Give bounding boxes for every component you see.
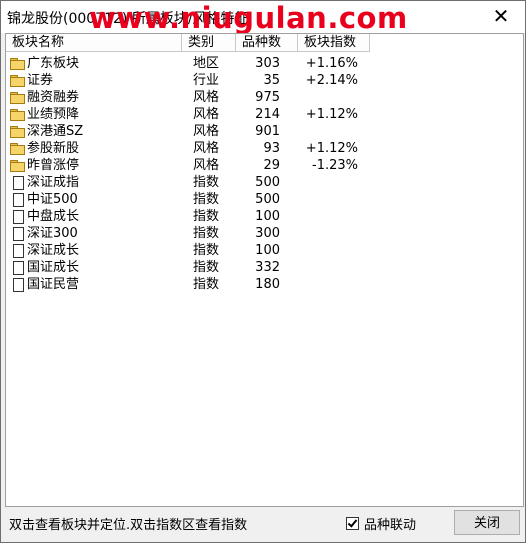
cell-count: 500 (255, 192, 280, 207)
close-button[interactable]: 关闭 (454, 510, 520, 535)
cell-name: 广东板块 (27, 56, 80, 71)
table-row[interactable]: 融资融券 风格 975 (6, 89, 523, 106)
cell-type: 风格 (193, 158, 220, 173)
cell-name: 中证500 (27, 192, 78, 207)
folder-icon (10, 75, 25, 87)
cell-index: -1.23% (312, 158, 358, 173)
cell-type: 风格 (193, 124, 220, 139)
column-header-count[interactable]: 品种数 (236, 34, 298, 52)
cell-count: 332 (255, 260, 280, 275)
table-row[interactable]: 证券 行业 35 +2.14% (6, 72, 523, 89)
cell-type: 指数 (193, 175, 220, 190)
cell-name: 参股新股 (27, 141, 80, 156)
cell-count: 93 (263, 141, 280, 156)
table-row[interactable]: 深证成指 指数 500 (6, 174, 523, 191)
cell-count: 180 (255, 277, 280, 292)
cell-count: 100 (255, 243, 280, 258)
table-row[interactable]: 中盘成长 指数 100 (6, 208, 523, 225)
table-row[interactable]: 国证民营 指数 180 (6, 276, 523, 293)
cell-type: 指数 (193, 209, 220, 224)
cell-type: 指数 (193, 243, 220, 258)
folder-icon (10, 126, 25, 138)
cell-name: 深港通SZ (27, 124, 84, 139)
cell-name: 深证300 (27, 226, 78, 241)
cell-count: 29 (263, 158, 280, 173)
cell-count: 500 (255, 175, 280, 190)
table-row[interactable]: 深证300 指数 300 (6, 225, 523, 242)
cell-name: 深证成长 (27, 243, 80, 258)
column-header-type[interactable]: 类别 (182, 34, 236, 52)
cell-type: 指数 (193, 226, 220, 241)
page-icon (10, 261, 24, 275)
cell-type: 指数 (193, 277, 220, 292)
cell-index: +2.14% (305, 73, 358, 88)
cell-index: +1.12% (305, 107, 358, 122)
table-row[interactable]: 国证成长 指数 332 (6, 259, 523, 276)
cell-name: 证券 (27, 73, 54, 88)
table-row[interactable]: 中证500 指数 500 (6, 191, 523, 208)
watermark-text: www.niugulan.com (89, 1, 408, 35)
cell-count: 303 (255, 56, 280, 71)
cell-type: 行业 (193, 73, 220, 88)
page-icon (10, 227, 24, 241)
table-row[interactable]: 广东板块 地区 303 +1.16% (6, 55, 523, 72)
status-text: 双击查看板块并定位.双击指数区查看指数 (9, 518, 248, 533)
page-icon (10, 244, 24, 258)
title-bar: 锦龙股份(000712) 所属板块/风格特征 www.niugulan.com … (1, 1, 525, 35)
cell-type: 风格 (193, 141, 220, 156)
cell-name: 国证民营 (27, 277, 80, 292)
table-row[interactable]: 昨曾涨停 风格 29 -1.23% (6, 157, 523, 174)
cell-type: 风格 (193, 90, 220, 105)
cell-name: 业绩预降 (27, 107, 80, 122)
table-row[interactable]: 参股新股 风格 93 +1.12% (6, 140, 523, 157)
dialog-window: 锦龙股份(000712) 所属板块/风格特征 www.niugulan.com … (0, 0, 526, 543)
cell-count: 214 (255, 107, 280, 122)
folder-icon (10, 92, 25, 104)
page-icon (10, 176, 24, 190)
cell-count: 901 (255, 124, 280, 139)
list-header: 板块名称 类别 品种数 板块指数 (6, 34, 523, 53)
cell-type: 风格 (193, 107, 220, 122)
folder-icon (10, 160, 25, 172)
cell-index: +1.16% (305, 56, 358, 71)
cell-count: 975 (255, 90, 280, 105)
cell-type: 地区 (193, 56, 220, 71)
cell-type: 指数 (193, 192, 220, 207)
table-row[interactable]: 深证成长 指数 100 (6, 242, 523, 259)
cell-name: 中盘成长 (27, 209, 80, 224)
page-icon (10, 278, 24, 292)
cell-count: 35 (263, 73, 280, 88)
column-header-index[interactable]: 板块指数 (298, 34, 370, 52)
cell-count: 300 (255, 226, 280, 241)
close-icon[interactable]: ✕ (489, 4, 513, 28)
folder-icon (10, 109, 25, 121)
cell-count: 100 (255, 209, 280, 224)
cell-name: 昨曾涨停 (27, 158, 80, 173)
folder-icon (10, 143, 25, 155)
link-checkbox[interactable] (346, 517, 359, 530)
sector-list[interactable]: 板块名称 类别 品种数 板块指数 广东板块 地区 303 +1.16% 证券 行业 35 +2… (5, 33, 524, 507)
cell-name: 融资融券 (27, 90, 80, 105)
table-row[interactable]: 业绩预降 风格 214 +1.12% (6, 106, 523, 123)
cell-index: +1.12% (305, 141, 358, 156)
page-icon (10, 210, 24, 224)
cell-name: 国证成长 (27, 260, 80, 275)
cell-name: 深证成指 (27, 175, 80, 190)
page-icon (10, 193, 24, 207)
column-header-name[interactable]: 板块名称 (6, 34, 182, 52)
link-checkbox-label[interactable]: 品种联动 (364, 514, 416, 533)
table-row[interactable]: 深港通SZ 风格 901 (6, 123, 523, 140)
cell-type: 指数 (193, 260, 220, 275)
folder-icon (10, 58, 25, 70)
